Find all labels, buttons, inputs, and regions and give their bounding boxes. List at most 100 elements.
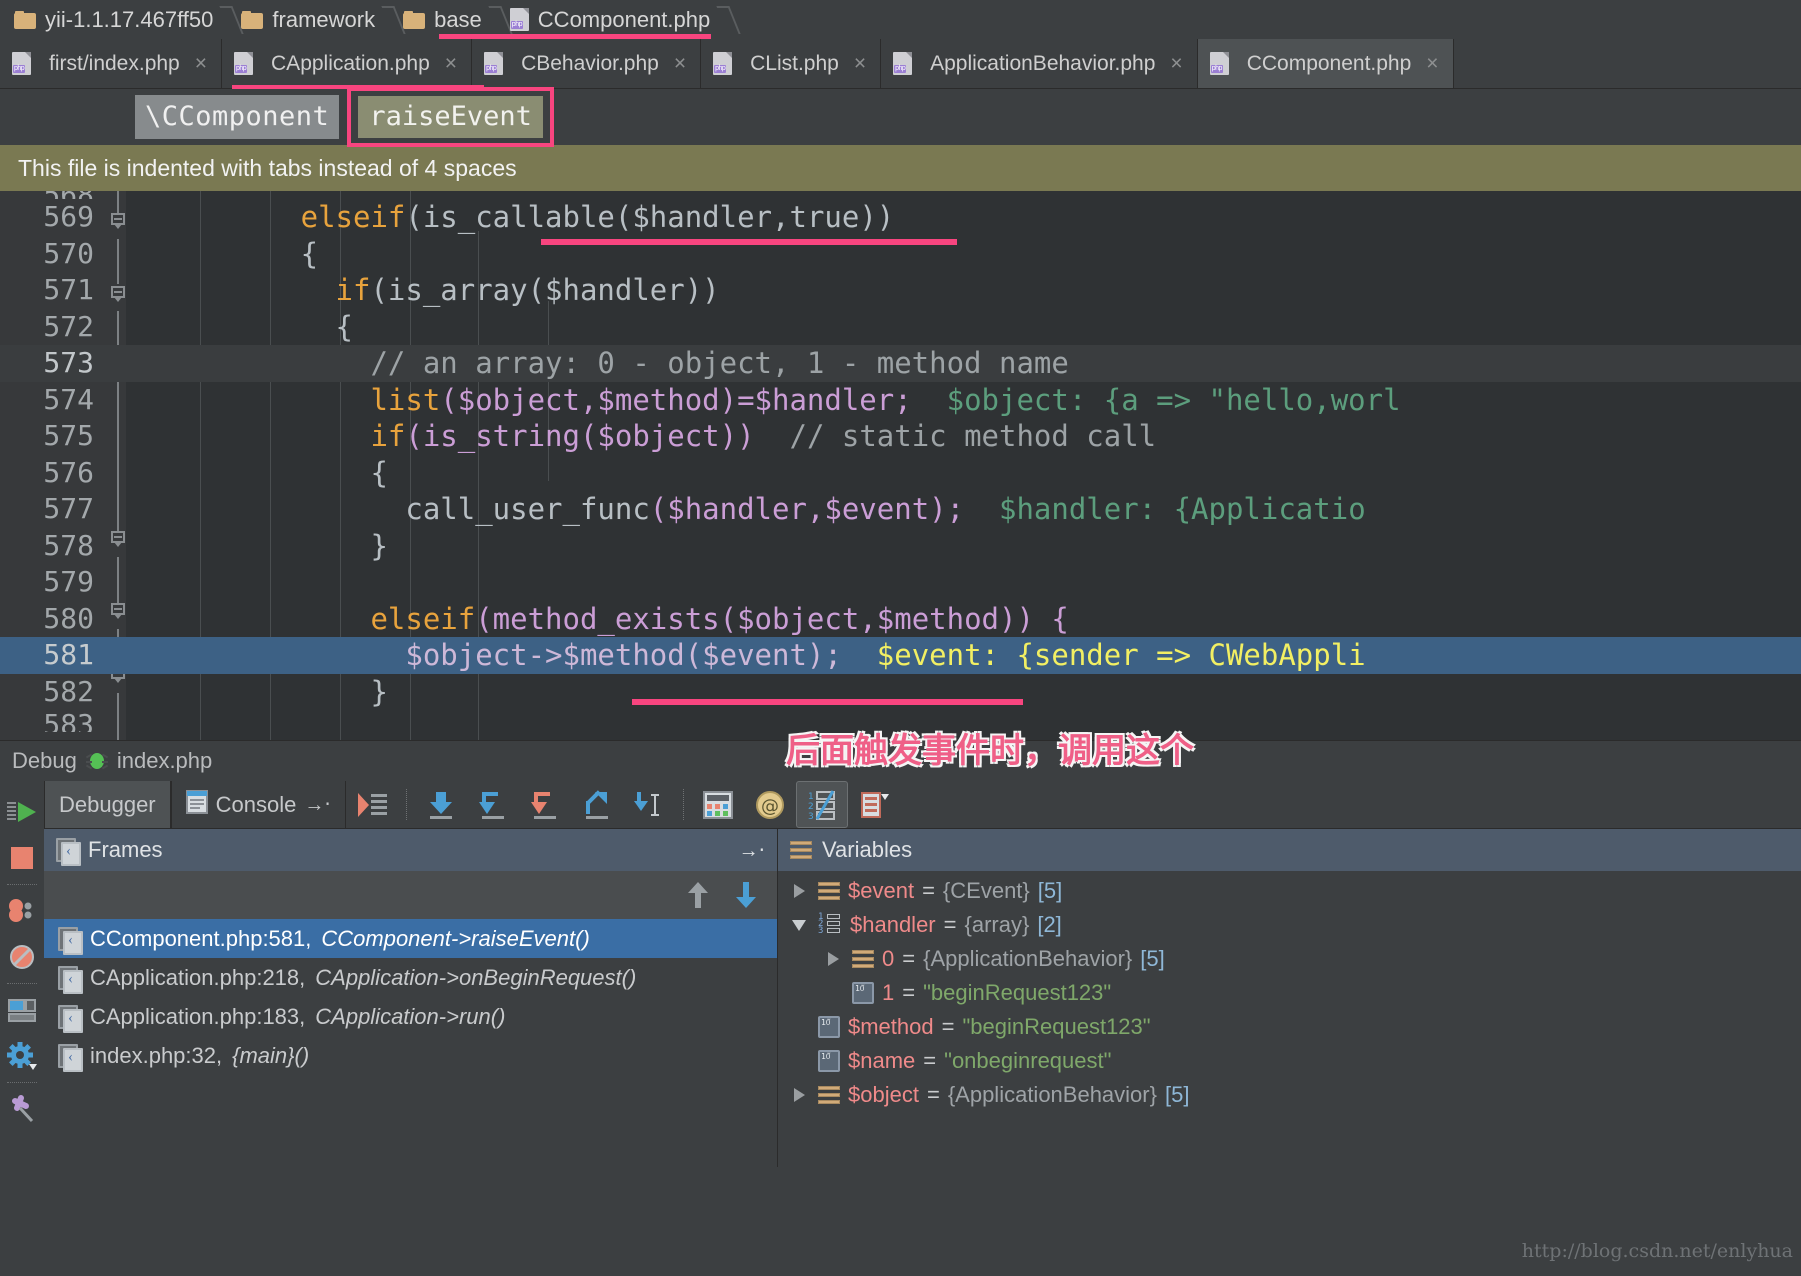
line-number: 583 [43,710,94,732]
variable-row[interactable]: $name = "onbeginrequest" [778,1044,1801,1078]
view-breakpoints-icon[interactable] [0,888,44,934]
equals-sign: = [943,912,957,937]
code-line[interactable]: 571 if(is_array($handler)) [0,272,1801,309]
collapse-triangle-icon[interactable] [788,920,810,931]
settings-icon[interactable] [0,1033,44,1079]
indentation-notification-bar[interactable]: This file is indented with tabs instead … [0,145,1801,191]
hide-pane-icon[interactable]: →‧ [739,838,765,863]
close-icon[interactable]: × [1426,53,1438,74]
variable-name: $method [848,1014,934,1039]
code-underline-annotation [541,239,957,245]
structure-navigation-bar: \CComponent raiseEvent [0,87,1801,147]
frame-list-item[interactable]: ‹ CComponent.php:581, CComponent->raiseE… [44,919,777,958]
svg-text:2: 2 [808,802,814,812]
code-underline-annotation [632,699,1023,705]
line-number: 571 [43,273,94,306]
folder-icon [14,10,36,29]
code-line[interactable]: 572 { [0,309,1801,346]
add-watch-icon[interactable]: @ [744,781,796,828]
close-icon[interactable]: × [854,53,866,74]
frames-thread-selector-bar[interactable] [44,871,777,919]
step-into-icon[interactable] [467,781,519,828]
run-to-cursor-icon[interactable] [623,781,675,828]
show-execution-point-icon[interactable] [346,781,398,828]
evaluate-expression-icon[interactable] [692,781,744,828]
restore-layout-icon[interactable] [0,987,44,1033]
stop-icon[interactable] [0,835,44,881]
nav-class-name[interactable]: \CComponent [135,95,340,139]
arrow-down-icon[interactable] [735,881,757,909]
force-step-into-icon[interactable] [519,781,571,828]
tab-cbehavior-php[interactable]: CBehavior.php × [472,39,702,88]
frame-list-item[interactable]: ‹ CApplication.php:218, CApplication->on… [44,958,777,997]
code-line[interactable]: 574 list($object,$method)=$handler; $obj… [0,382,1801,419]
code-line-execution-point[interactable]: 581 $object->$method($event); $event: {s… [0,637,1801,674]
variable-row[interactable]: 123 $handler = {array} [2] [778,908,1801,942]
step-out-icon[interactable] [571,781,623,828]
code-line[interactable]: 575 if(is_string($object)) // static met… [0,418,1801,455]
variable-row[interactable]: $method = "beginRequest123" [778,1010,1801,1044]
variable-list[interactable]: $event = {CEvent} [5] 123 $handler = {ar… [778,871,1801,1167]
variable-row[interactable]: 1 = "beginRequest123" [778,976,1801,1010]
breadcrumb-label: yii-1.1.17.467ff50 [45,6,214,32]
line-number: 575 [43,419,94,452]
breadcrumb-item-project[interactable]: yii-1.1.17.467ff50 [14,0,217,39]
pin-console-icon[interactable]: →‧ [304,792,330,817]
sidebar-divider [7,1082,37,1083]
frame-method: CComponent->raiseEvent() [321,925,590,951]
settings-layout-icon[interactable] [848,781,900,828]
line-content: call_user_func($handler,$event); $handle… [126,491,1365,528]
tab-capplication-php[interactable]: CApplication.php × [222,39,473,88]
expand-triangle-icon[interactable] [822,952,844,966]
stack-frame-icon: ‹ [58,1004,83,1033]
tab-first-index-php[interactable]: first/index.php × [0,39,223,88]
frame-list-item[interactable]: ‹ index.php:32, {main}() [44,1036,777,1075]
equals-sign: = [922,878,935,903]
breadcrumb-item-framework[interactable]: framework [241,0,379,39]
close-icon[interactable]: × [674,53,686,74]
frame-location: CComponent.php:581, [90,925,312,951]
close-icon[interactable]: × [1170,53,1182,74]
show-values-inline-icon[interactable]: 123 [795,781,848,828]
nav-method-name[interactable]: raiseEvent [358,96,543,138]
step-over-icon[interactable] [415,781,467,828]
code-line[interactable]: 576 { [0,455,1801,492]
variable-row[interactable]: 0 = {ApplicationBehavior} [5] [778,942,1801,976]
expand-triangle-icon[interactable] [788,884,810,898]
object-icon [818,882,840,900]
close-icon[interactable]: × [195,53,207,74]
mute-breakpoints-icon[interactable] [0,934,44,980]
code-text: { [370,455,388,490]
tab-label: CApplication.php [271,51,430,75]
equals-sign: = [941,1014,955,1039]
tab-clist-php[interactable]: CList.php × [701,39,882,88]
close-icon[interactable]: × [445,53,457,74]
code-editor[interactable]: 568 569 elseif(is_callable($handler,true… [0,191,1801,740]
stack-frame-icon: ‹ [58,965,83,994]
variable-row[interactable]: $object = {ApplicationBehavior} [5] [778,1078,1801,1112]
pin-tab-icon[interactable] [0,1086,44,1132]
code-text: { [300,236,319,271]
line-number: 577 [43,492,94,525]
line-number: 569 [43,200,94,233]
expand-triangle-icon[interactable] [788,1088,810,1102]
variables-pane-header: Variables [778,829,1801,871]
line-content: { [126,455,388,492]
code-line[interactable]: 580 elseif(method_exists($object,$method… [0,601,1801,638]
code-line[interactable]: 578 } [0,528,1801,565]
inline-debug-hint: $object: {a => "hello,worl [946,382,1401,417]
code-line[interactable]: 573 // an array: 0 - object, 1 - method … [0,345,1801,382]
arrow-up-icon[interactable] [687,881,709,909]
frame-list-item[interactable]: ‹ CApplication.php:183, CApplication->ru… [44,997,777,1036]
rerun-icon[interactable] [0,789,44,835]
frame-list[interactable]: ‹ CComponent.php:581, CComponent->raiseE… [44,919,777,1167]
code-line[interactable]: 569 elseif(is_callable($handler,true)) [0,199,1801,236]
code-line[interactable]: 577 call_user_func($handler,$event); $ha… [0,491,1801,528]
keyword: if [335,273,371,307]
tab-applicationbehavior-php[interactable]: ApplicationBehavior.php × [881,39,1198,88]
tab-ccomponent-php[interactable]: CComponent.php × [1197,39,1454,88]
tab-console[interactable]: Console →‧ [170,781,346,828]
code-line[interactable]: 579 [0,564,1801,601]
variable-row[interactable]: $event = {CEvent} [5] [778,874,1801,908]
tab-debugger[interactable]: Debugger [44,781,171,828]
